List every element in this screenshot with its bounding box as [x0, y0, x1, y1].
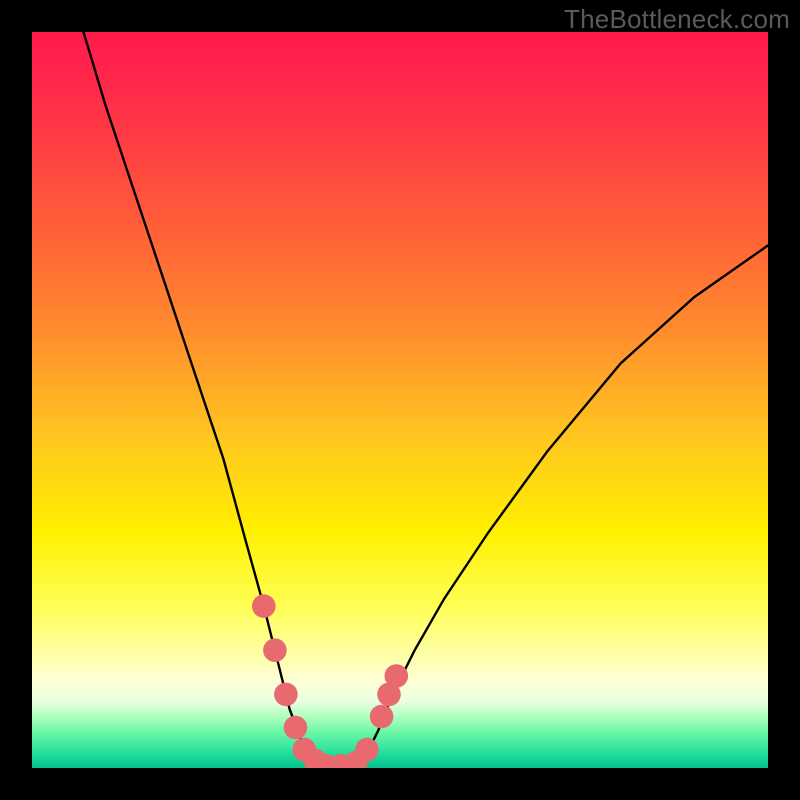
curve-marker	[284, 716, 308, 740]
plot-area	[32, 32, 768, 768]
bottleneck-curve-path	[84, 32, 769, 766]
curve-marker	[355, 738, 379, 762]
marker-group	[252, 594, 408, 768]
chart-container: TheBottleneck.com	[0, 0, 800, 800]
watermark-text: TheBottleneck.com	[564, 4, 790, 35]
curve-marker	[252, 594, 276, 618]
curve-layer	[32, 32, 768, 768]
curve-marker	[370, 705, 394, 729]
curve-marker	[274, 683, 298, 707]
curve-marker	[385, 664, 409, 688]
curve-marker	[263, 638, 287, 662]
